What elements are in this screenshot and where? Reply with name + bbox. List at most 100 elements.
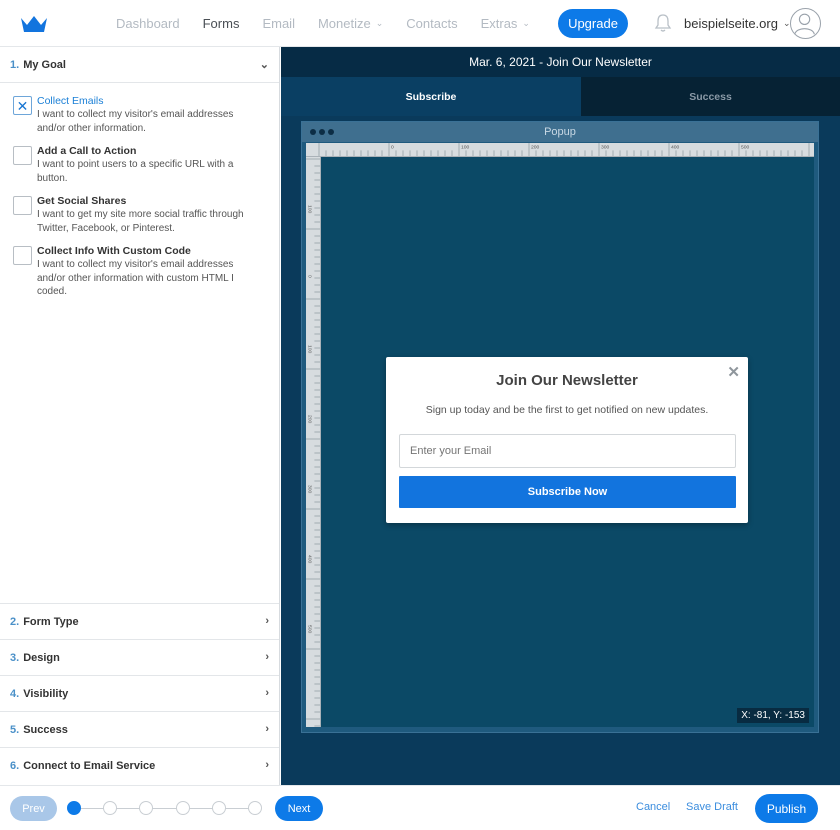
- tab-success[interactable]: Success: [581, 77, 840, 116]
- step-dot[interactable]: [139, 801, 154, 815]
- goal-title: Add a Call to Action: [37, 145, 137, 157]
- frame-title: Popup: [544, 126, 576, 138]
- ruler-label: 100: [306, 345, 312, 354]
- bell-icon[interactable]: [654, 13, 672, 33]
- cancel-button[interactable]: Cancel: [636, 801, 670, 813]
- goal-list: ✕ Collect Emails I want to collect my vi…: [0, 83, 279, 299]
- step-dot[interactable]: [175, 801, 190, 815]
- section-design[interactable]: 3. Design ›: [0, 639, 279, 675]
- goal-description: I want to point users to a specific URL …: [37, 159, 234, 184]
- chevron-right-icon: ›: [265, 687, 269, 699]
- nav-dashboard[interactable]: Dashboard: [116, 16, 180, 31]
- chevron-down-icon: ⌄: [522, 18, 530, 28]
- section-label: Design: [23, 651, 60, 664]
- step-dot[interactable]: [103, 801, 118, 815]
- ruler-label: 300: [601, 145, 610, 151]
- section-email-service[interactable]: 6. Connect to Email Service ›: [0, 747, 279, 783]
- goal-social-shares[interactable]: Get Social Shares I want to get my site …: [13, 195, 279, 235]
- goal-title: Get Social Shares: [37, 195, 127, 207]
- prev-button[interactable]: Prev: [10, 796, 57, 821]
- nav-contacts[interactable]: Contacts: [406, 16, 457, 31]
- section-number: 3.: [10, 651, 20, 664]
- goal-checkbox[interactable]: [13, 146, 32, 165]
- settings-sidebar: 1. My Goal ⌄ ✕ Collect Emails I want to …: [0, 47, 280, 785]
- crown-icon[interactable]: [20, 14, 48, 34]
- email-field[interactable]: [399, 434, 736, 468]
- section-label: My Goal: [23, 58, 66, 71]
- step-dot[interactable]: [211, 801, 226, 815]
- goal-custom-code[interactable]: Collect Info With Custom Code I want to …: [13, 245, 279, 299]
- ruler-label: 500: [741, 145, 750, 151]
- chevron-right-icon: ›: [265, 615, 269, 627]
- tab-subscribe[interactable]: Subscribe: [281, 77, 581, 116]
- user-icon: [794, 13, 815, 35]
- section-label: Success: [23, 723, 68, 736]
- nav-email[interactable]: Email: [262, 16, 295, 31]
- avatar[interactable]: [790, 8, 821, 39]
- goal-title: Collect Emails: [37, 95, 104, 107]
- vertical-ruler: 100 0 100 200 300 400 500: [306, 157, 321, 727]
- section-success[interactable]: 5. Success ›: [0, 711, 279, 747]
- goal-description: I want to get my site more social traffi…: [37, 209, 244, 234]
- section-list: 2. Form Type › 3. Design › 4. Visibility…: [0, 603, 279, 783]
- goal-description: I want to collect my visitor's email add…: [37, 109, 234, 134]
- step-dot[interactable]: [248, 801, 262, 815]
- ruler-label: 300: [306, 485, 312, 494]
- ruler-label: 400: [306, 555, 312, 564]
- popup-title: Join Our Newsletter: [496, 372, 638, 389]
- section-form-type[interactable]: 2. Form Type ›: [0, 603, 279, 639]
- step-line: [74, 808, 255, 809]
- form-title: Mar. 6, 2021 - Join Our Newsletter: [281, 47, 840, 77]
- newsletter-popup[interactable]: ✕ Join Our Newsletter Sign up today and …: [386, 357, 748, 523]
- cursor-coordinates: X: -81, Y: -153: [737, 708, 809, 723]
- frame-header: Popup: [302, 122, 818, 142]
- upgrade-button[interactable]: Upgrade: [558, 9, 628, 38]
- save-draft-button[interactable]: Save Draft: [686, 801, 738, 813]
- section-number: 4.: [10, 687, 20, 700]
- chevron-down-icon: ⌄: [259, 59, 269, 71]
- goal-call-to-action[interactable]: Add a Call to Action I want to point use…: [13, 145, 279, 185]
- nav-monetize[interactable]: Monetize ⌄: [318, 16, 383, 31]
- section-label: Form Type: [23, 615, 79, 628]
- nav-forms[interactable]: Forms: [203, 16, 240, 31]
- next-button[interactable]: Next: [275, 796, 323, 821]
- section-label: Visibility: [23, 687, 69, 700]
- chevron-right-icon: ›: [265, 759, 269, 771]
- step-dot[interactable]: [67, 801, 81, 815]
- ruler-label: 400: [671, 145, 680, 151]
- step-progress: [67, 801, 262, 816]
- ruler-label: 0: [391, 145, 394, 151]
- ruler-label: 200: [531, 145, 540, 151]
- horizontal-ruler: 0 100 200 300 400 500: [306, 143, 814, 157]
- site-selector[interactable]: beispielseite.org ⌄: [684, 16, 791, 31]
- chevron-down-icon: ⌄: [375, 18, 384, 28]
- editor-tabs: Subscribe Success: [281, 77, 840, 116]
- popup-subtitle: Sign up today and be the first to get no…: [425, 404, 709, 416]
- ruler-label: 0: [306, 275, 312, 278]
- ruler-label: 500: [306, 625, 312, 634]
- ruler-label: 200: [306, 415, 312, 424]
- goal-description: I want to collect my visitor's email add…: [37, 259, 234, 297]
- ruler-label: 100: [461, 145, 470, 151]
- goal-checkbox[interactable]: [13, 246, 32, 265]
- footer-bar: Prev Next Cancel Save Draft Publish: [0, 785, 840, 830]
- goal-checkbox[interactable]: ✕: [13, 96, 32, 115]
- main-nav: Dashboard Forms Email Monetize ⌄ Contacts…: [116, 0, 553, 47]
- section-number: 2.: [10, 615, 20, 628]
- section-my-goal[interactable]: 1. My Goal ⌄: [0, 47, 279, 83]
- ruler-label: 100: [306, 205, 312, 214]
- goal-checkbox[interactable]: [13, 196, 32, 215]
- section-visibility[interactable]: 4. Visibility ›: [0, 675, 279, 711]
- section-number: 1.: [10, 58, 20, 71]
- section-number: 5.: [10, 723, 20, 736]
- goal-collect-emails[interactable]: ✕ Collect Emails I want to collect my vi…: [13, 95, 279, 135]
- section-label: Connect to Email Service: [23, 759, 156, 772]
- subscribe-button[interactable]: Subscribe Now: [399, 476, 736, 508]
- goal-title: Collect Info With Custom Code: [37, 245, 191, 257]
- section-number: 6.: [10, 759, 20, 772]
- chevron-right-icon: ›: [265, 651, 269, 663]
- nav-extras[interactable]: Extras ⌄: [481, 16, 530, 31]
- chevron-right-icon: ›: [265, 723, 269, 735]
- publish-button[interactable]: Publish: [755, 794, 818, 823]
- top-navbar: Dashboard Forms Email Monetize ⌄ Contacts…: [0, 0, 840, 47]
